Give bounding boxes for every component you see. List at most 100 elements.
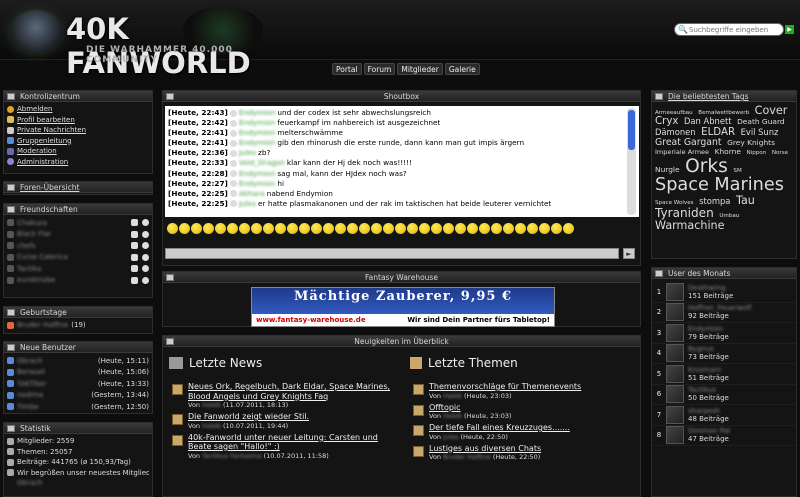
smiley-icon[interactable] — [443, 222, 454, 234]
smiley-icon[interactable] — [395, 222, 406, 234]
message-icon[interactable] — [131, 230, 138, 238]
menu-item-profil[interactable]: Profil bearbeiten — [7, 115, 149, 126]
friend-name[interactable]: chefs — [17, 241, 36, 252]
tag-link[interactable]: Warmachine — [655, 219, 725, 232]
avatar[interactable] — [666, 385, 684, 404]
avatar[interactable] — [666, 426, 684, 445]
friend-item[interactable]: Curse Calerica — [7, 252, 149, 264]
top-user-name[interactable]: Bygnus — [688, 345, 729, 353]
delete-shout-icon[interactable] — [229, 129, 237, 137]
birthday-user[interactable]: Bruder Halftne — [17, 320, 68, 331]
friend-name[interactable]: Chakuza — [17, 218, 47, 229]
tag-link[interactable]: Evil Sunz — [741, 127, 779, 137]
avatar[interactable] — [666, 282, 684, 301]
top-user-name[interactable]: Dimmon Pal — [688, 427, 730, 435]
nav-portal[interactable]: Portal — [332, 63, 362, 75]
top-user-name[interactable]: Deathwing — [688, 284, 733, 292]
delete-shout-icon[interactable] — [229, 180, 237, 188]
panel-collapse-icon[interactable] — [7, 184, 15, 191]
shout-send-button[interactable]: ► — [623, 248, 635, 259]
panel-collapse-icon[interactable] — [166, 338, 174, 345]
tag-link[interactable]: Cryx — [655, 116, 678, 127]
shout-user[interactable]: Akhara — [239, 189, 265, 199]
shout-user[interactable]: Endymion — [239, 138, 275, 148]
smiley-icon[interactable] — [239, 222, 250, 234]
avatar[interactable] — [666, 364, 684, 383]
smiley-icon[interactable] — [299, 222, 310, 234]
shout-user[interactable]: Jules — [239, 148, 256, 158]
smiley-icon[interactable] — [323, 222, 334, 234]
delete-shout-icon[interactable] — [229, 149, 237, 157]
site-logo[interactable]: 40K FANWORLD DIE WARHAMMER 40.000 COMMUN… — [8, 4, 308, 80]
friend-item[interactable]: Black Flar — [7, 229, 149, 241]
tag-link[interactable]: Death Guard — [737, 117, 785, 126]
menu-item-gruppenleitung[interactable]: Gruppenleitung — [7, 136, 149, 147]
new-user-name[interactable]: TAKTiker — [17, 379, 47, 390]
smiley-icon[interactable] — [275, 222, 286, 234]
new-user-row[interactable]: Obrach (Heute, 15:11) — [7, 355, 149, 367]
panel-collapse-icon[interactable] — [7, 309, 15, 316]
tag-link[interactable]: SM — [733, 168, 741, 174]
search-submit-button[interactable]: ▶ — [785, 25, 794, 34]
delete-shout-icon[interactable] — [229, 190, 237, 198]
smiley-icon[interactable] — [311, 222, 322, 234]
panel-collapse-icon[interactable] — [655, 270, 663, 277]
tag-link[interactable]: Tyraniden — [655, 206, 714, 220]
smiley-icon[interactable] — [467, 222, 478, 234]
news-title-link[interactable]: Lustiges aus diversen Chats — [429, 444, 541, 454]
smiley-icon[interactable] — [563, 222, 574, 234]
message-icon[interactable] — [131, 242, 138, 250]
friend-name[interactable]: eurokinzbe — [17, 275, 56, 286]
tag-link[interactable]: Space Marines — [655, 175, 784, 195]
new-user-row[interactable]: nodima (Gestern, 13:44) — [7, 390, 149, 402]
news-title-link[interactable]: Themenvorschläge für Themenevents — [429, 382, 581, 392]
delete-shout-icon[interactable] — [229, 170, 237, 178]
author-link[interactable]: Haleb — [443, 412, 462, 420]
tag-link[interactable]: Dämonen — [655, 127, 696, 137]
menu-item-administration[interactable]: Administration — [7, 157, 149, 168]
menu-item-moderation[interactable]: Moderation — [7, 146, 149, 157]
friend-item[interactable]: eurokinzbe — [7, 275, 149, 287]
smiley-icon[interactable] — [179, 222, 190, 234]
nav-mitglieder[interactable]: Mitglieder — [397, 63, 443, 75]
delete-shout-icon[interactable] — [229, 109, 237, 117]
smiley-icon[interactable] — [383, 222, 394, 234]
author-link[interactable]: Haleb — [202, 401, 221, 409]
shout-user[interactable]: Endymion — [239, 128, 275, 138]
smiley-icon[interactable] — [335, 222, 346, 234]
smiley-icon[interactable] — [491, 222, 502, 234]
tag-link[interactable]: Nurgle — [655, 165, 680, 174]
remove-friend-icon[interactable] — [142, 230, 149, 238]
panel-collapse-icon[interactable] — [7, 344, 15, 351]
shout-user[interactable]: Endymion — [239, 108, 275, 118]
tag-link[interactable]: Tau — [736, 194, 755, 207]
tag-link[interactable]: ELDAR — [701, 127, 735, 138]
smiley-icon[interactable] — [503, 222, 514, 234]
search-box[interactable]: 🔍 — [674, 23, 784, 36]
tag-link[interactable]: Grey Knights — [727, 138, 775, 147]
remove-friend-icon[interactable] — [142, 242, 149, 250]
tag-link[interactable]: Nippon — [747, 150, 767, 156]
top-user-name[interactable]: Hoffner_Feuerwolf — [688, 304, 751, 312]
tag-link[interactable]: Cover — [755, 104, 788, 117]
smiley-icon[interactable] — [419, 222, 430, 234]
search-input[interactable] — [689, 25, 781, 35]
author-link[interactable]: Tactikus Fantasma — [202, 452, 261, 460]
tags-title-link[interactable]: Die beliebtesten Tags — [668, 92, 749, 101]
panel-collapse-icon[interactable] — [7, 93, 15, 100]
tag-link[interactable]: Imperiale Armee — [655, 148, 709, 156]
new-user-name[interactable]: Berasali — [17, 367, 45, 378]
friend-name[interactable]: Curse Calerica — [17, 252, 68, 263]
smiley-icon[interactable] — [515, 222, 526, 234]
avatar[interactable] — [666, 344, 684, 363]
smiley-icon[interactable] — [263, 222, 274, 234]
top-user-name[interactable]: Krozmarn — [688, 366, 729, 374]
smiley-icon[interactable] — [527, 222, 538, 234]
tag-link[interactable]: stompa — [699, 196, 730, 206]
delete-shout-icon[interactable] — [229, 160, 237, 168]
friend-name[interactable]: Tactika — [17, 264, 41, 275]
shout-user[interactable]: Endymion — [239, 118, 275, 128]
news-title-link[interactable]: Die Fanworld zeigt wieder Stil. — [188, 412, 309, 422]
author-link[interactable]: Jules — [443, 433, 458, 441]
message-icon[interactable] — [131, 253, 138, 261]
